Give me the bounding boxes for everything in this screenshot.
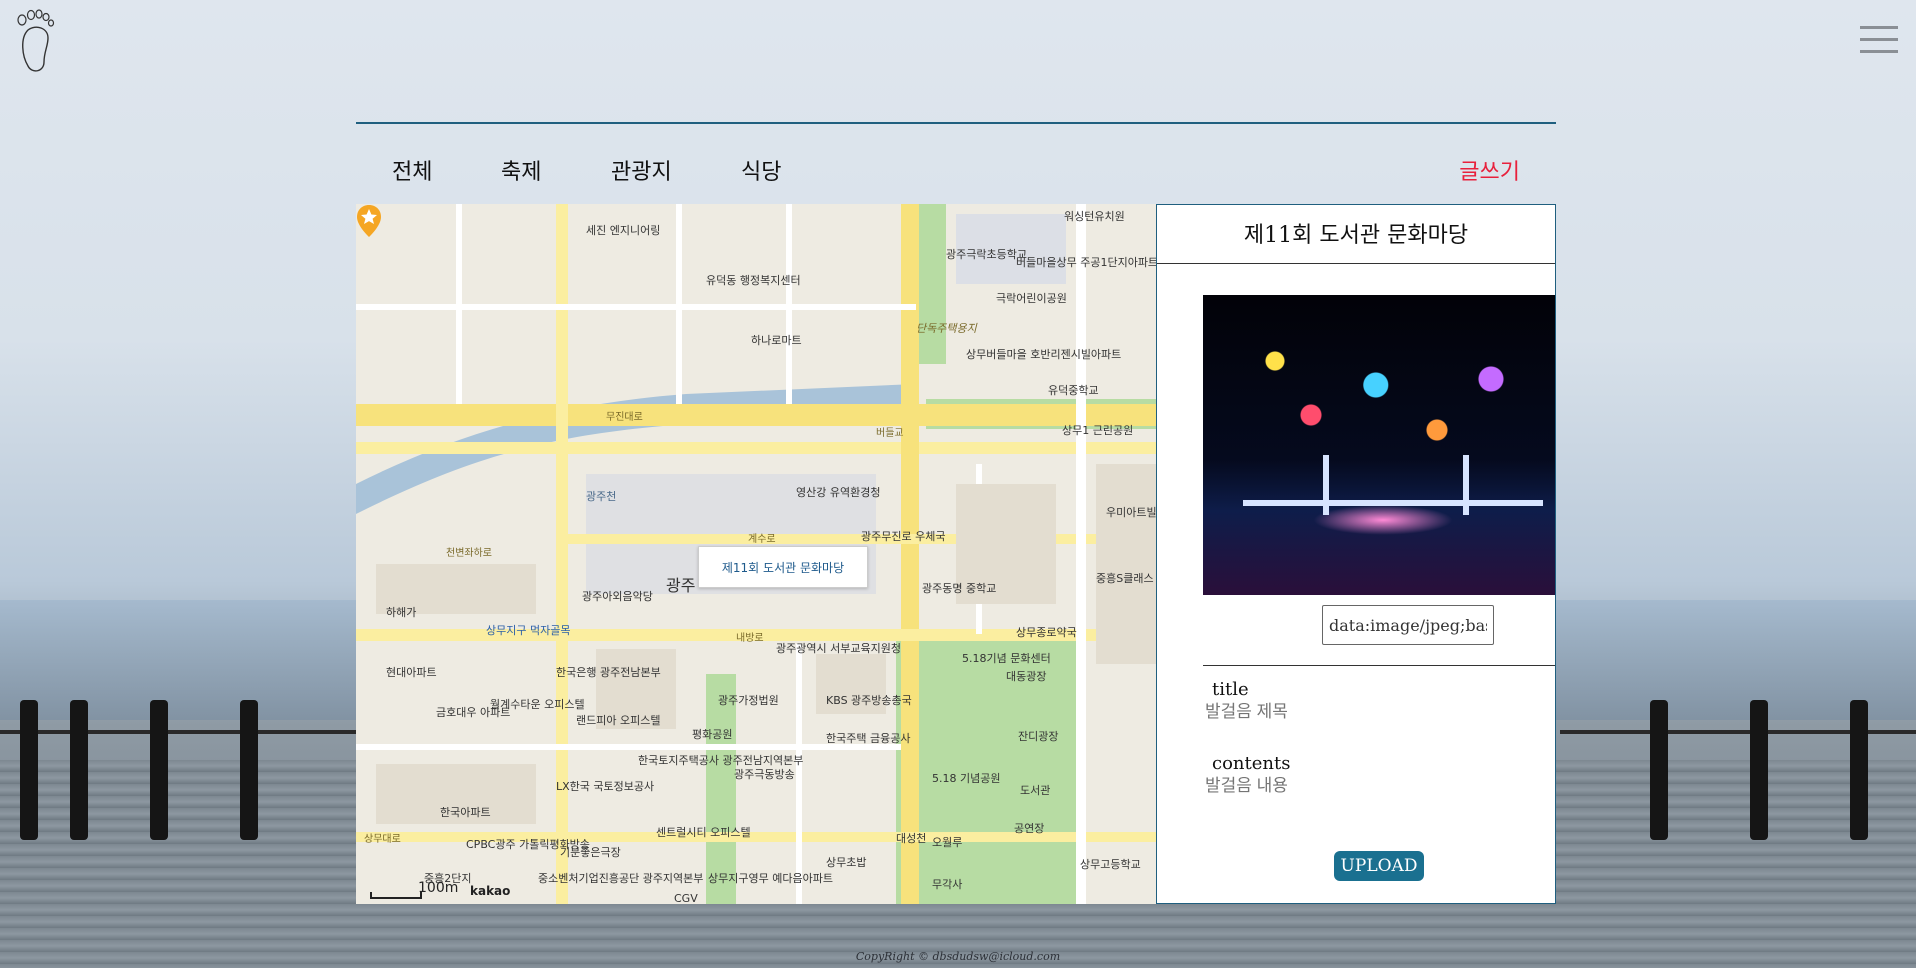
category-nav: 전체 축제 관광지 식당 글쓰기 (356, 124, 1556, 204)
map-place-label: 공연장 (1014, 822, 1045, 835)
map-place-label: 잔디광장 (1018, 730, 1059, 743)
title-input[interactable] (1203, 701, 1507, 723)
map-place-label: 우미아트빌 아파트 (1106, 506, 1156, 519)
map-place-label: 유덕중학교 (1048, 384, 1099, 397)
map-place-label: 버들마을상무 주공1단지아파트 (1016, 256, 1156, 269)
map-place-label: 하해가 (386, 606, 417, 619)
map-place-label: 상무지구영무 예다음아파트 (708, 872, 833, 885)
background-post (1850, 700, 1868, 840)
map-place-label: 월계수타운 오피스텔 (490, 698, 585, 711)
map-place-label: 5.18 기념공원 (932, 772, 1001, 785)
form-divider (1203, 665, 1555, 666)
map-place-label: 대성천 (896, 832, 927, 845)
background-chain (0, 730, 360, 734)
map-place-label: 유덕동 행정복지센터 (706, 274, 801, 287)
contents-input[interactable] (1203, 775, 1507, 797)
map-place-label: 광주아외음악당 (582, 590, 653, 603)
map-place-label: 워싱턴유치원 (1064, 210, 1125, 223)
map-place-label: 현대아파트 (386, 666, 437, 679)
map-view[interactable]: 세진 엔지니어링 유덕동 행정복지센터 하나로마트 광주극락초등학교 극락어린이… (356, 204, 1156, 904)
star-marker-icon[interactable] (356, 204, 382, 238)
map-place-label: KBS 광주방송총국 (826, 694, 912, 707)
map-place-label: 상무버들마을 호반리젠시빌아파트 (966, 348, 1122, 361)
write-post-link[interactable]: 글쓰기 (1459, 154, 1520, 186)
post-title-heading: 제11회 도서관 문화마당 (1157, 205, 1555, 264)
map-place-label: 극락어린이공원 (996, 292, 1067, 305)
map-place-label: 평화공원 (692, 728, 733, 741)
map-place-label: LX한국 국토정보공사 (556, 780, 655, 793)
map-road-label: 단독주택용지 (916, 322, 977, 335)
map-scale-bar (370, 892, 422, 899)
upload-button[interactable]: UPLOAD (1334, 851, 1424, 881)
nav-item-all[interactable]: 전체 (392, 154, 432, 186)
map-road-label: 상무대로 (364, 834, 401, 845)
photo-bridge-tower (1463, 455, 1469, 515)
contents-label: contents (1212, 753, 1291, 774)
map-info-window[interactable]: 제11회 도서관 문화마당 (698, 546, 868, 588)
map-place-label: 세진 엔지니어링 (586, 224, 661, 237)
background-post (20, 700, 38, 840)
footprint-logo-icon[interactable] (14, 8, 60, 74)
hamburger-menu-button[interactable] (1860, 26, 1898, 56)
map-place-label: CGV (674, 892, 698, 904)
map-place-label: 광주극락초등학교 (946, 248, 1027, 261)
background-post (1650, 700, 1668, 840)
hamburger-icon-line (1860, 50, 1898, 53)
map-place-label: 상무1 근린공원 (1062, 424, 1134, 437)
map-place-label: 상무초밥 (826, 856, 867, 869)
map-place-label: 5.18기념 문화센터 (962, 652, 1051, 665)
map-place-label: 상무고등학교 (1080, 858, 1141, 871)
map-place-label: 광주광역시 서부교육지원청 (776, 642, 901, 655)
background-post (70, 700, 88, 840)
map-place-label: 기분좋은극장 (560, 846, 621, 859)
map-place-label: 중흥S클래스 아파트 (1096, 572, 1156, 585)
nav-item-festival[interactable]: 축제 (501, 154, 541, 186)
map-place-label: 영산강 유역환경청 (796, 486, 881, 499)
map-place-label: 한국주택 금융공사 (826, 732, 911, 745)
map-place-label: 무각사 (932, 878, 963, 891)
main-frame: 전체 축제 관광지 식당 글쓰기 세진 엔지니어링 유덕동 행정복지센터 하나로… (356, 122, 1556, 904)
map-place-label: 센트럴시티 오피스텔 (656, 826, 751, 839)
map-road-label: 천변좌하로 (446, 548, 492, 559)
background-post (150, 700, 168, 840)
map-place-label: 광주 (666, 576, 696, 595)
map-place-label: 상무종로약국 (1016, 626, 1077, 639)
nav-item-restaurant[interactable]: 식당 (741, 154, 781, 186)
nav-item-attraction[interactable]: 관광지 (611, 154, 672, 186)
map-road-label: 버들교 (876, 428, 904, 439)
map-place-label: 대동광장 (1006, 670, 1047, 683)
hamburger-icon-line (1860, 26, 1898, 29)
map-place-label: 광주천 (586, 490, 617, 503)
map-place-label: 광주극동방송 (734, 768, 795, 781)
map-place-label: 한국은행 광주전남본부 (556, 666, 661, 679)
map-road-label: 계수로 (748, 534, 776, 545)
post-photo (1203, 295, 1555, 595)
map-road-label: 내방로 (736, 633, 764, 644)
map-place-label: 랜드피아 오피스텔 (576, 714, 661, 727)
map-place-label: 하나로마트 (751, 334, 802, 347)
photo-bridge (1243, 500, 1543, 506)
title-label: title (1212, 679, 1249, 700)
map-place-label: 오월루 (932, 836, 963, 849)
map-place-label: 광주가정법원 (718, 694, 779, 707)
map-place-label: 광주동명 중학교 (922, 582, 997, 595)
copyright-footer: CopyRight © dbsdudsw@icloud.com (855, 950, 1061, 963)
background-post (240, 700, 258, 840)
map-scale-label: 100m (418, 880, 459, 896)
hamburger-icon-line (1860, 38, 1898, 41)
map-place-label: 상무지구 먹자골목 (486, 624, 571, 637)
map-road-label: 무진대로 (606, 412, 643, 423)
map-place-label: 중소벤처기업진흥공단 광주지역본부 (538, 872, 704, 885)
map-place-label: 광주무진로 우체국 (861, 530, 946, 543)
map-place-label: 도서관 (1020, 784, 1051, 797)
map-provider-logo[interactable]: kakao (470, 884, 510, 898)
photo-glow (1313, 505, 1453, 535)
image-data-field[interactable] (1322, 605, 1494, 645)
post-form-panel: 제11회 도서관 문화마당 title contents UPLOAD (1156, 204, 1556, 904)
photo-bridge-tower (1323, 455, 1329, 515)
map-place-label: 한국아파트 (440, 806, 491, 819)
background-post (1750, 700, 1768, 840)
